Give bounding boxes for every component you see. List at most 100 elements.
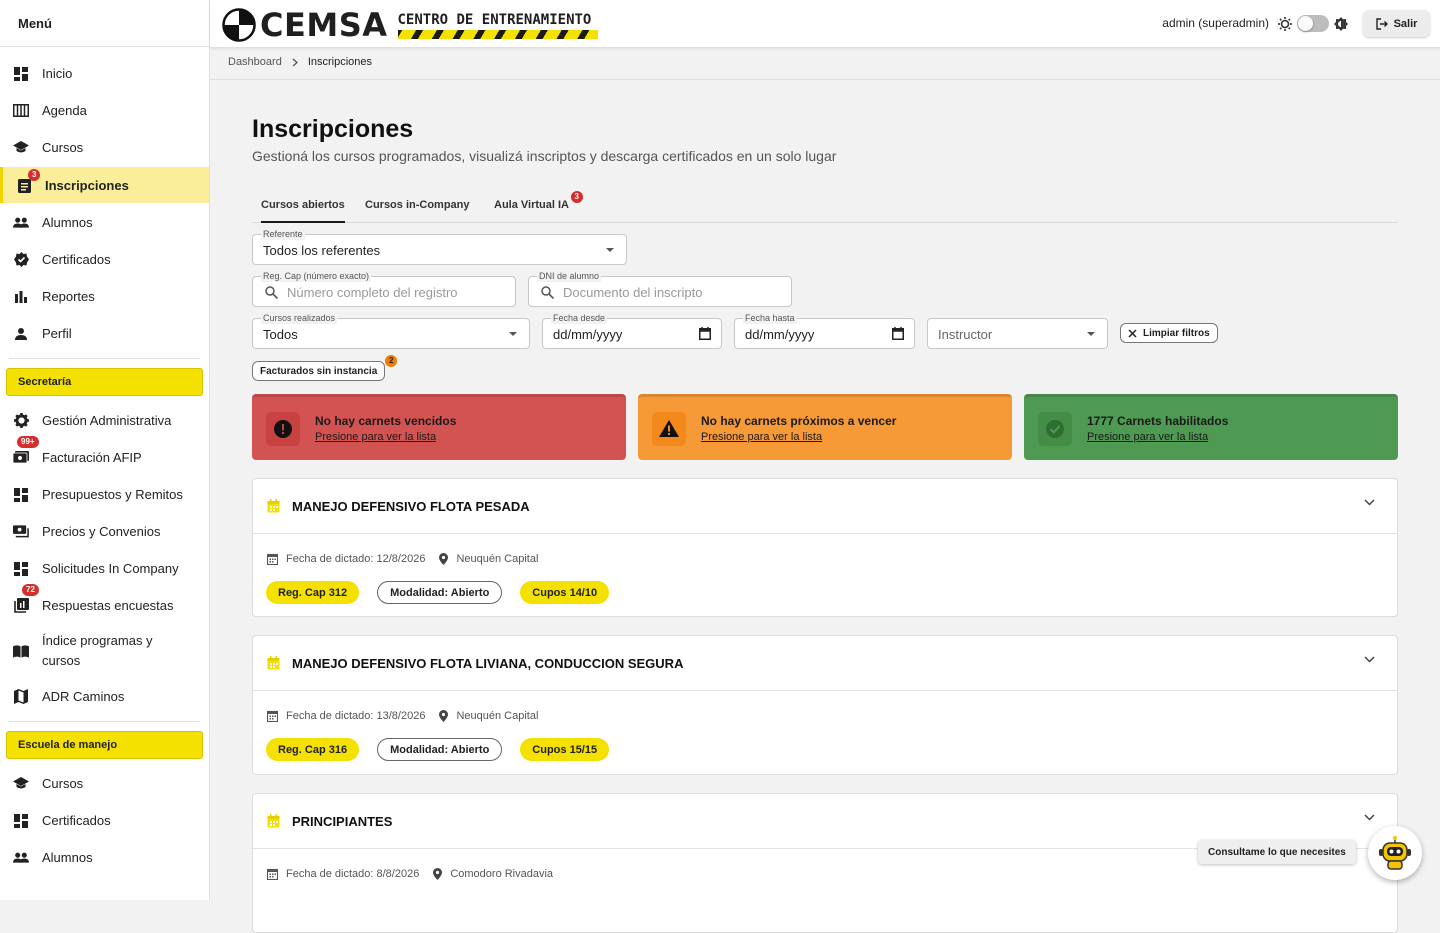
status-card-habilitados[interactable]: 1777 Carnets habilitados Presione para v…	[1024, 394, 1398, 460]
theme-switch[interactable]	[1297, 15, 1329, 32]
logout-button[interactable]: Salir	[1363, 10, 1430, 37]
calendar-icon	[267, 553, 278, 565]
calendar-icon	[267, 814, 280, 828]
course-date: Fecha de dictado: 13/8/2026	[286, 710, 426, 722]
assistant-tooltip[interactable]: Consultame lo que necesites	[1198, 840, 1356, 864]
payments-icon	[13, 524, 29, 540]
sidebar-item-label: Cursos	[42, 140, 84, 155]
dni-input[interactable]: DNI de alumno Documento del inscripto	[528, 270, 792, 307]
sidebar-item-label: Perfil	[42, 326, 72, 341]
breadcrumb: Dashboard Inscripciones	[228, 56, 372, 68]
caret-down-icon	[1087, 332, 1095, 336]
sidebar-item-escuela-cursos[interactable]: Cursos	[0, 765, 209, 802]
fecha-hasta-input[interactable]: Fecha hasta dd/mm/yyyy	[734, 312, 915, 349]
facturados-sin-instancia-button[interactable]: Facturados sin instancia	[252, 361, 386, 381]
status-link[interactable]: Presione para ver la lista	[701, 431, 896, 443]
chevron-down-icon[interactable]	[1364, 814, 1375, 821]
chevron-down-icon[interactable]	[1364, 656, 1375, 663]
course-location-text: Neuquén Capital	[456, 710, 539, 722]
logout-label: Salir	[1393, 17, 1418, 30]
referente-label: Referente	[261, 228, 305, 240]
course-title: PRINCIPIANTES	[292, 813, 393, 829]
sidebar-item-certificados[interactable]: Certificados	[0, 241, 209, 278]
sidebar-item-label: Reportes	[42, 289, 95, 304]
dashboard-icon	[13, 813, 29, 829]
close-icon	[1128, 328, 1137, 338]
theme-toggle[interactable]	[1278, 15, 1348, 32]
brand-logo[interactable]: CEMSA CENTRO DE ENTRENAMIENTO	[222, 6, 598, 44]
hazard-stripes	[397, 29, 598, 39]
search-icon	[265, 286, 278, 299]
caret-down-icon	[509, 332, 517, 336]
fecha-hasta-label: Fecha hasta	[743, 312, 797, 324]
breadcrumb-current: Inscripciones	[307, 56, 373, 68]
instructor-placeholder: Instructor	[938, 327, 993, 342]
status-card-vencidos[interactable]: No hay carnets vencidos Presione para ve…	[252, 394, 626, 460]
facturados-badge: 2	[385, 355, 398, 367]
user-label: admin (superadmin)	[1162, 16, 1269, 30]
sidebar-item-escuela-certificados[interactable]: Certificados	[0, 802, 209, 839]
calendar-icon[interactable]	[892, 327, 904, 340]
cursos-realizados-select[interactable]: Cursos realizados Todos	[252, 312, 530, 349]
dashboard-icon	[13, 66, 29, 82]
sidebar-item-label: Facturación AFIP	[42, 450, 142, 465]
sidebar-item-inicio[interactable]: Inicio	[0, 55, 209, 92]
status-card-proximos[interactable]: No hay carnets próximos a vencer Presion…	[638, 394, 1012, 460]
brand-subtitle: CENTRO DE ENTRENAMIENTO	[397, 12, 598, 39]
sidebar-item-label: Inicio	[42, 66, 73, 81]
regcap-pill: Reg. Cap 316	[266, 738, 360, 761]
sidebar-item-precios[interactable]: Precios y Convenios	[0, 513, 209, 550]
tab-cursos-abiertos[interactable]: Cursos abiertos	[261, 199, 345, 223]
invoice-icon	[13, 450, 29, 466]
calendar-icon[interactable]	[699, 327, 711, 340]
facturados-label: Facturados sin instancia	[260, 365, 378, 377]
regcap-label: Reg. Cap (número exacto)	[261, 270, 372, 282]
sidebar-item-gestion-administrativa[interactable]: Gestión Administrativa	[0, 402, 209, 439]
instructor-select[interactable]: Instructor	[927, 318, 1108, 349]
sidebar-item-facturacion-afip[interactable]: 99+ Facturación AFIP	[0, 436, 209, 476]
breadcrumb-root[interactable]: Dashboard	[228, 56, 282, 68]
tab-cursos-in-company[interactable]: Cursos in-Company	[365, 199, 470, 223]
sun-icon	[1278, 16, 1292, 31]
sidebar-item-label: Agenda	[42, 103, 87, 118]
bar-chart-icon	[13, 289, 29, 305]
sidebar-item-presupuestos[interactable]: Presupuestos y Remitos	[0, 476, 209, 513]
course-meta: Fecha de dictado: 8/8/2026 Comodoro Riva…	[253, 868, 1397, 880]
sidebar-item-label: Cursos	[42, 776, 84, 791]
sidebar-item-indice[interactable]: Índice programas y cursos	[0, 624, 209, 678]
facturacion-badge: 99+	[17, 436, 39, 448]
course-date: Fecha de dictado: 8/8/2026	[286, 868, 420, 880]
sidebar-item-label: Alumnos	[42, 850, 93, 865]
sidebar-item-solicitudes[interactable]: Solicitudes In Company	[0, 550, 209, 587]
status-link[interactable]: Presione para ver la lista	[315, 431, 456, 443]
sidebar-item-label: Solicitudes In Company	[42, 561, 179, 576]
sidebar-item-reportes[interactable]: Reportes	[0, 278, 209, 315]
sidebar-item-adr-caminos[interactable]: ADR Caminos	[0, 678, 209, 715]
fecha-desde-input[interactable]: Fecha desde dd/mm/yyyy	[542, 312, 722, 349]
assistant-button[interactable]	[1368, 826, 1422, 880]
sidebar-item-escuela-alumnos[interactable]: Alumnos	[0, 839, 209, 876]
sidebar-item-agenda[interactable]: Agenda	[0, 92, 209, 129]
person-icon	[13, 326, 29, 342]
tab-aula-virtual[interactable]: Aula Virtual IA 3	[494, 191, 583, 223]
check-circle-icon	[1038, 411, 1072, 446]
sidebar-item-respuestas[interactable]: 72 Respuestas encuestas	[0, 584, 209, 624]
regcap-input[interactable]: Reg. Cap (número exacto) Número completo…	[252, 270, 516, 307]
location-pin-icon	[439, 553, 449, 565]
sidebar-item-perfil[interactable]: Perfil	[0, 315, 209, 352]
sidebar-item-label: Alumnos	[42, 215, 93, 230]
course-header[interactable]: MANEJO DEFENSIVO FLOTA PESADA	[253, 479, 1397, 534]
referente-select[interactable]: Referente Todos los referentes	[252, 228, 627, 265]
people-icon	[13, 850, 29, 866]
chevron-down-icon[interactable]	[1364, 499, 1375, 506]
sidebar-item-cursos[interactable]: Cursos	[0, 129, 209, 166]
school-icon	[13, 776, 29, 792]
clear-filters-button[interactable]: Limpiar filtros	[1120, 323, 1218, 343]
referente-value: Todos los referentes	[263, 243, 381, 258]
sidebar-item-alumnos[interactable]: Alumnos	[0, 204, 209, 241]
gear-icon	[13, 413, 29, 429]
status-link[interactable]: Presione para ver la lista	[1087, 431, 1228, 443]
course-header[interactable]: MANEJO DEFENSIVO FLOTA LIVIANA, CONDUCCI…	[253, 636, 1397, 691]
sidebar-item-inscripciones[interactable]: 3 Inscripciones	[0, 167, 209, 203]
status-text: No hay carnets vencidos Presione para ve…	[315, 414, 456, 443]
